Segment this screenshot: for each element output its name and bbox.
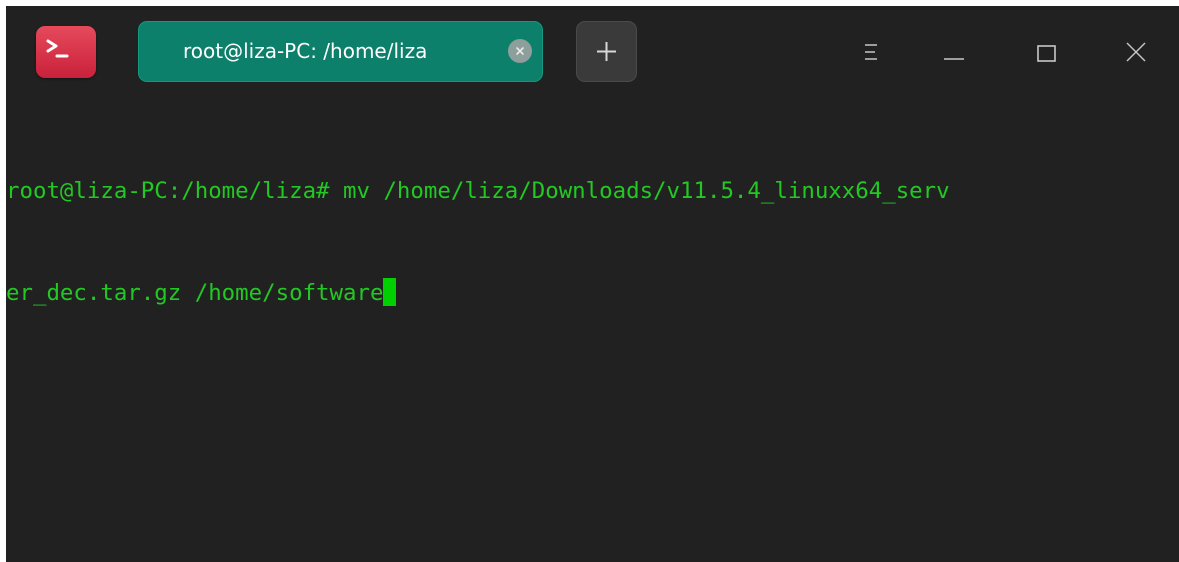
tab-title: root@liza-PC: /home/liza [183,39,428,63]
terminal-line: root@liza-PC:/home/liza# mv /home/liza/D… [6,174,1179,208]
menu-button[interactable] [849,30,893,74]
terminal-output[interactable]: root@liza-PC:/home/liza# mv /home/liza/D… [6,106,1179,562]
terminal-window: root@liza-PC: /home/liza root@liza-PC:/h… [6,6,1179,562]
maximize-icon [1037,45,1056,62]
terminal-line-text: root@liza-PC:/home/liza# mv /home/liza/D… [6,178,950,204]
terminal-line-text: er_dec.tar.gz /home/software [6,280,384,306]
text-cursor [383,278,397,306]
new-tab-button[interactable] [576,21,637,82]
close-icon [1126,42,1146,62]
plus-icon [597,42,616,61]
hamburger-menu-icon [865,44,877,60]
minimize-icon [944,58,964,60]
minimize-button[interactable] [932,30,976,74]
terminal-line: er_dec.tar.gz /home/software [6,276,1179,310]
maximize-button[interactable] [1024,30,1068,74]
tab-active[interactable]: root@liza-PC: /home/liza [138,21,543,82]
close-circle-icon[interactable] [508,39,532,63]
close-button[interactable] [1114,30,1158,74]
terminal-icon[interactable] [36,26,96,78]
title-bar[interactable]: root@liza-PC: /home/liza [6,6,1179,99]
